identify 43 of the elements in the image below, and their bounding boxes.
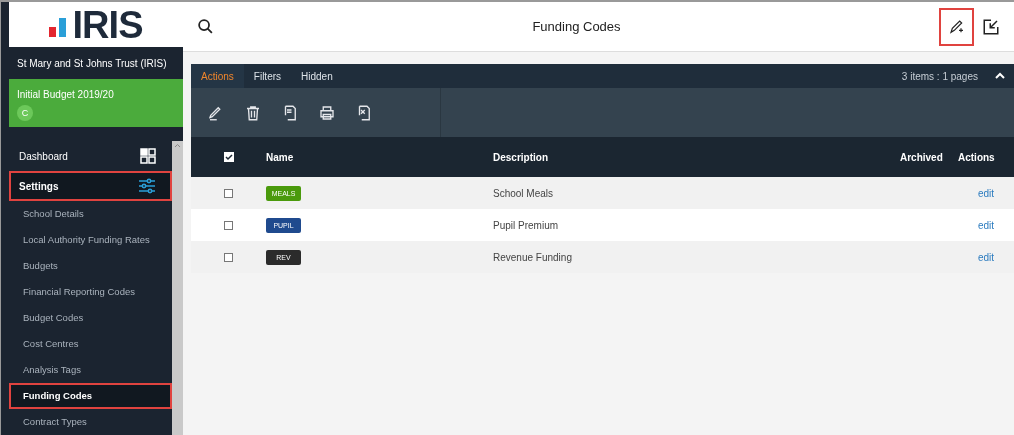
sidebar-item[interactable]: Local Authority Funding Rates <box>9 227 172 253</box>
sidebar-item[interactable]: Financial Reporting Codes <box>9 279 172 305</box>
row-checkbox[interactable] <box>224 252 233 262</box>
panel-tab[interactable]: Actions <box>191 64 244 88</box>
panel-tab[interactable]: Hidden <box>291 64 343 88</box>
select-all-checkbox[interactable] <box>223 152 234 162</box>
column-header[interactable]: Archived <box>900 151 943 163</box>
sidebar-item[interactable]: Funding Codes <box>9 383 172 409</box>
organisation-name: St Mary and St Johns Trust (IRIS) <box>16 56 168 71</box>
sliders-icon <box>138 178 156 194</box>
logo-text: IRIS <box>72 5 143 44</box>
edit-link[interactable]: edit <box>978 251 995 263</box>
sidebar-item[interactable]: Analysis Tags <box>9 357 172 383</box>
sidebar-item[interactable]: Budget Codes <box>9 305 172 331</box>
budget-title: Initial Budget 2019/20 <box>17 88 115 103</box>
table-cell: School Meals <box>493 187 554 199</box>
sidebar-item[interactable]: Budgets <box>9 253 172 279</box>
table-cell: Pupil Premium <box>493 219 559 231</box>
page-title: Funding Codes <box>531 17 622 36</box>
sidebar-item[interactable]: Contract Types <box>9 409 172 435</box>
sidebar-item[interactable]: Settings <box>9 171 172 201</box>
sidebar-item[interactable]: Dashboard <box>9 141 172 171</box>
pencil-plus-icon <box>948 18 965 35</box>
panel-tab[interactable]: Filters <box>243 64 292 88</box>
grid-icon <box>140 148 156 164</box>
row-checkbox[interactable] <box>224 188 233 198</box>
sidebar-item[interactable]: Cost Centres <box>9 331 172 357</box>
edit-link[interactable]: edit <box>978 187 995 199</box>
add-button[interactable] <box>939 7 974 46</box>
scrollbar[interactable] <box>172 141 183 435</box>
search-icon[interactable] <box>197 18 214 35</box>
edit-link[interactable]: edit <box>978 219 995 231</box>
row-checkbox[interactable] <box>224 220 233 230</box>
sidebar-item[interactable]: School Details <box>9 201 172 227</box>
delete-icon[interactable] <box>244 103 262 122</box>
export-icon[interactable] <box>982 17 1000 36</box>
column-header[interactable]: Name <box>266 151 294 163</box>
budget-badge: C <box>17 105 33 122</box>
column-header[interactable]: Actions <box>958 151 995 163</box>
column-header[interactable]: Description <box>493 151 548 163</box>
page-count: 3 items : 1 pages <box>901 69 978 84</box>
print-icon[interactable] <box>318 103 336 122</box>
table-cell: Revenue Funding <box>493 251 572 263</box>
